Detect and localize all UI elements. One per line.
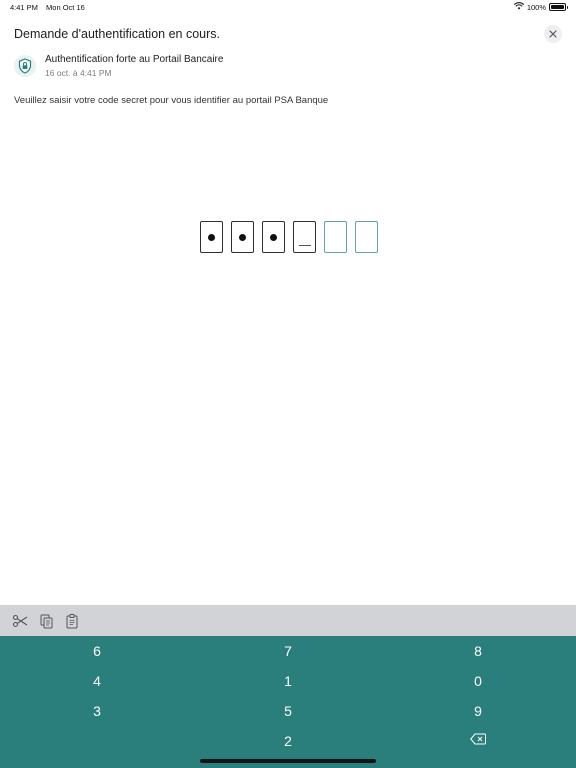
pin-box[interactable] [324,221,347,253]
pin-box[interactable] [200,221,223,253]
status-bar: 4:41 PM Mon Oct 16 100% [0,0,576,14]
status-date: Mon Oct 16 [46,3,85,12]
key-9[interactable]: 9 [418,697,538,725]
close-button[interactable] [544,25,562,43]
pin-input[interactable] [200,221,378,253]
status-time: 4:41 PM [10,3,38,12]
backspace-icon [470,732,486,748]
key-2[interactable]: 2 [228,727,348,755]
key-0[interactable]: 0 [418,667,538,695]
battery-icon [549,3,568,11]
battery-level [551,5,564,9]
scissors-icon[interactable] [12,613,28,629]
pin-box[interactable] [355,221,378,253]
numeric-keypad: 6 7 8 4 1 0 3 5 9 2 [0,636,576,768]
home-indicator[interactable] [200,759,376,763]
pin-box[interactable] [293,221,316,253]
shield-lock-icon [14,55,36,77]
instruction-text: Veuillez saisir votre code secret pour v… [14,95,329,106]
copy-icon[interactable] [38,613,54,629]
notification-time: 16 oct. à 4:41 PM [45,68,112,78]
delete-key[interactable] [418,726,538,754]
key-1[interactable]: 1 [228,667,348,695]
page-title: Demande d'authentification en cours. [14,27,220,41]
notification-title: Authentification forte au Portail Bancai… [45,54,224,65]
pin-dot [208,233,215,241]
close-icon [549,25,557,43]
key-4[interactable]: 4 [37,667,157,695]
battery-percentage: 100% [526,2,546,12]
key-5[interactable]: 5 [228,697,348,725]
pin-dot [239,233,246,241]
edit-toolbar [0,605,576,636]
wifi-icon [513,2,524,12]
pin-cursor [299,245,311,246]
pin-box[interactable] [262,221,285,253]
key-7[interactable]: 7 [228,637,348,665]
status-left: 4:41 PM Mon Oct 16 [10,3,85,12]
paste-icon[interactable] [64,613,80,629]
pin-dot [270,233,277,241]
key-8[interactable]: 8 [418,637,538,665]
pin-box[interactable] [231,221,254,253]
status-right: 100% [513,2,568,12]
key-6[interactable]: 6 [37,637,157,665]
key-3[interactable]: 3 [37,697,157,725]
